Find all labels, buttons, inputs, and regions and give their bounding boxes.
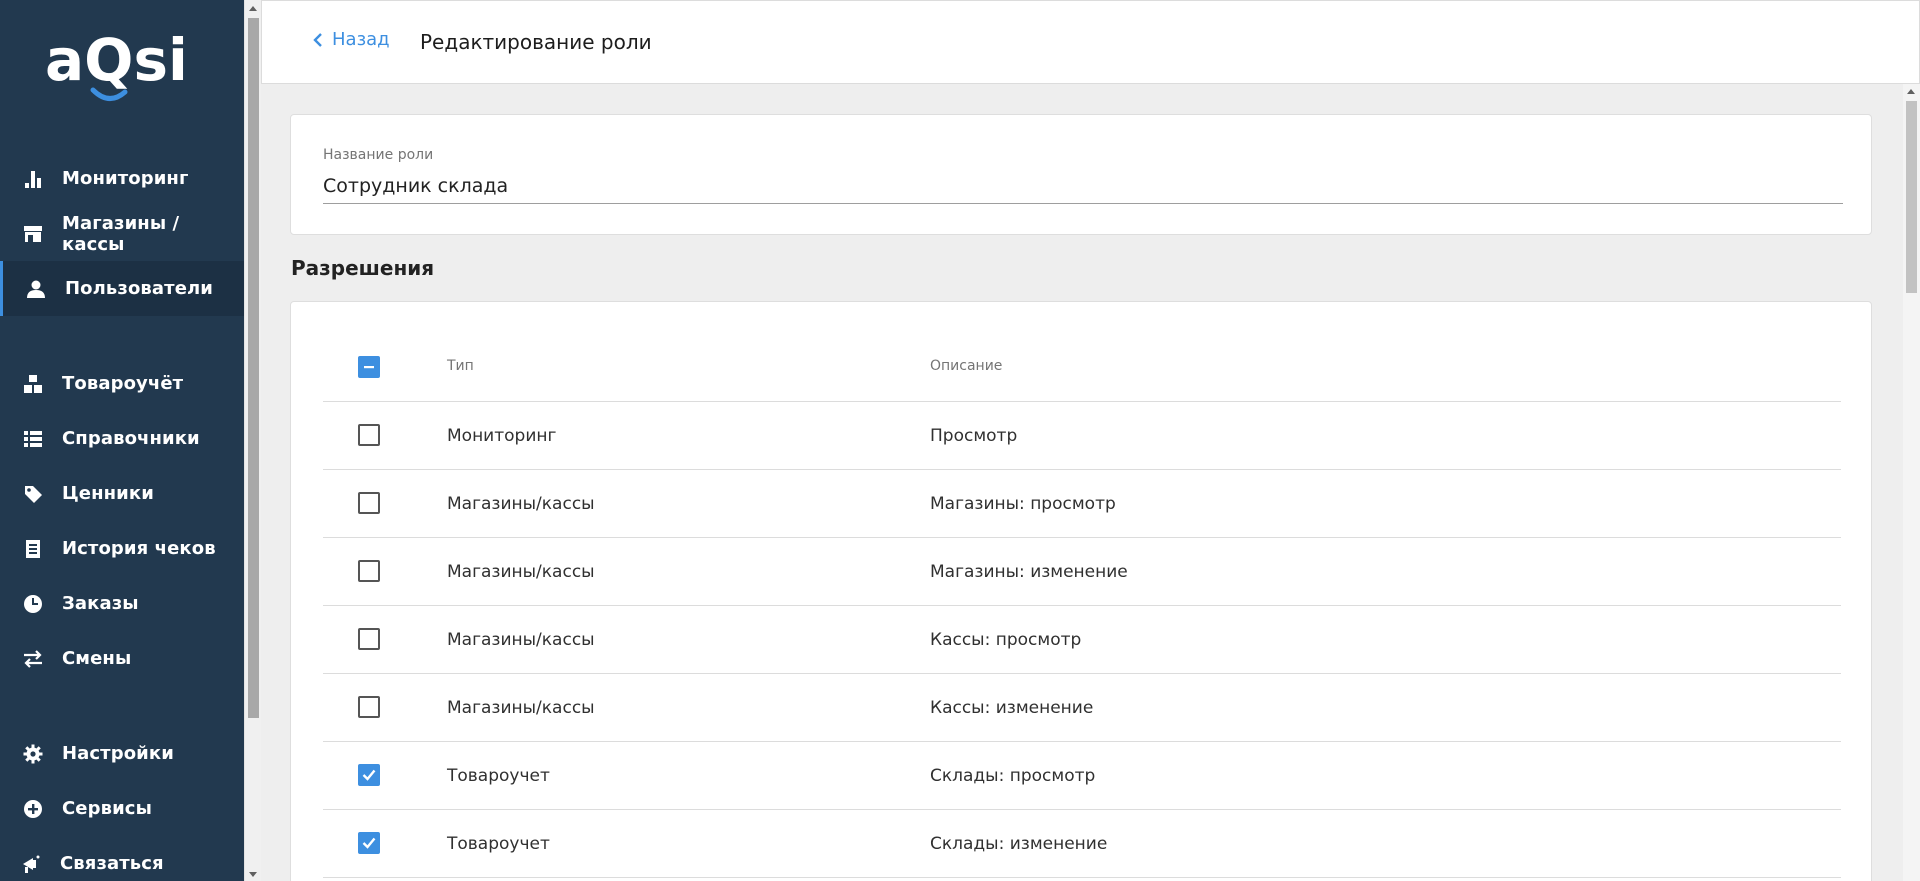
app-root: aQsi Мониторинг Магазины / кассы Пользов… bbox=[0, 0, 1920, 881]
role-name-input[interactable] bbox=[323, 170, 1843, 202]
gear-icon bbox=[22, 743, 44, 765]
cell-type: Товароучет bbox=[447, 834, 550, 854]
sidebar-item-label: Заказы bbox=[62, 593, 139, 614]
scroll-up-arrow-icon[interactable] bbox=[1907, 89, 1915, 94]
sidebar-item-receipts[interactable]: История чеков bbox=[0, 521, 244, 576]
permissions-table: Тип Описание Мониторинг Просмотр Магазин… bbox=[290, 301, 1872, 881]
sidebar-item-label: Сервисы bbox=[62, 798, 152, 819]
bar-chart-icon bbox=[22, 168, 44, 190]
sidebar-item-label: Магазины / кассы bbox=[62, 212, 180, 255]
sidebar-item-label: Связаться bbox=[60, 853, 164, 874]
cell-type: Магазины/кассы bbox=[447, 562, 595, 582]
column-header-type[interactable]: Тип bbox=[447, 358, 474, 374]
cell-description: Магазины: просмотр bbox=[930, 494, 1116, 514]
content-scrollbar[interactable] bbox=[1903, 84, 1920, 881]
svg-text:aQsi: aQsi bbox=[45, 26, 188, 94]
cell-description: Кассы: изменение bbox=[930, 698, 1094, 718]
table-row[interactable]: Магазины/кассы Кассы: просмотр bbox=[323, 606, 1841, 674]
table-row[interactable]: Магазины/кассы Кассы: изменение bbox=[323, 674, 1841, 742]
plus-circle-icon bbox=[22, 798, 44, 820]
chevron-left-icon bbox=[313, 32, 322, 47]
sidebar-scrollbar[interactable] bbox=[244, 0, 261, 881]
cell-description: Просмотр bbox=[930, 426, 1018, 446]
table-row[interactable]: Магазины/кассы Магазины: изменение bbox=[323, 538, 1841, 606]
table-row[interactable]: Товароучет Склады: изменение bbox=[323, 810, 1841, 878]
sidebar-item-label: Ценники bbox=[62, 483, 154, 504]
role-name-card: Название роли bbox=[290, 114, 1872, 235]
back-button[interactable]: Назад bbox=[312, 29, 390, 50]
cell-description: Склады: просмотр bbox=[930, 766, 1096, 786]
swap-icon bbox=[22, 648, 44, 670]
clock-icon bbox=[22, 593, 44, 615]
sidebar-item-inventory[interactable]: Товароучёт bbox=[0, 356, 244, 411]
select-all-checkbox[interactable] bbox=[358, 356, 380, 378]
row-checkbox[interactable] bbox=[358, 764, 380, 786]
row-checkbox[interactable] bbox=[358, 832, 380, 854]
row-checkbox[interactable] bbox=[358, 424, 380, 446]
page-title: Редактирование роли bbox=[420, 30, 652, 54]
sidebar-item-monitoring[interactable]: Мониторинг bbox=[0, 151, 244, 206]
aqsi-logo[interactable]: aQsi bbox=[45, 22, 205, 102]
checkmark-icon bbox=[362, 769, 376, 781]
tag-icon bbox=[22, 483, 44, 505]
sidebar-item-label: Справочники bbox=[62, 428, 200, 449]
cell-type: Магазины/кассы bbox=[447, 494, 595, 514]
sidebar-item-price-tags[interactable]: Ценники bbox=[0, 466, 244, 521]
indeterminate-icon bbox=[364, 366, 374, 369]
boxes-icon bbox=[22, 373, 44, 395]
cell-description: Кассы: просмотр bbox=[930, 630, 1082, 650]
sidebar-item-services[interactable]: Сервисы bbox=[0, 781, 244, 836]
cell-type: Магазины/кассы bbox=[447, 698, 595, 718]
role-name-label: Название роли bbox=[323, 147, 434, 163]
permissions-title: Разрешения bbox=[291, 256, 435, 280]
input-underline bbox=[323, 203, 1843, 204]
row-checkbox[interactable] bbox=[358, 628, 380, 650]
user-icon bbox=[25, 278, 47, 300]
back-button-label: Назад bbox=[332, 29, 390, 50]
cell-type: Товароучет bbox=[447, 766, 550, 786]
store-icon bbox=[22, 223, 44, 245]
scroll-up-arrow-icon[interactable] bbox=[249, 6, 257, 11]
table-row[interactable]: Магазины/кассы Магазины: просмотр bbox=[323, 470, 1841, 538]
sidebar-item-label: Настройки bbox=[62, 743, 174, 764]
sidebar-item-label: Мониторинг bbox=[62, 168, 189, 189]
list-icon bbox=[22, 428, 44, 450]
table-row[interactable]: Товароучет Склады: просмотр bbox=[323, 742, 1841, 810]
sidebar-item-users[interactable]: Пользователи bbox=[0, 261, 244, 316]
sidebar-item-shifts[interactable]: Смены bbox=[0, 631, 244, 686]
checkmark-icon bbox=[362, 837, 376, 849]
sidebar-item-settings[interactable]: Настройки bbox=[0, 726, 244, 781]
cell-type: Магазины/кассы bbox=[447, 630, 595, 650]
megaphone-icon bbox=[20, 853, 42, 875]
row-checkbox[interactable] bbox=[358, 492, 380, 514]
sidebar-item-label: Пользователи bbox=[65, 278, 213, 299]
cell-description: Магазины: изменение bbox=[930, 562, 1128, 582]
cell-description: Склады: изменение bbox=[930, 834, 1108, 854]
column-header-description[interactable]: Описание bbox=[930, 358, 1002, 374]
table-header: Тип Описание bbox=[323, 330, 1841, 402]
sidebar-item-directories[interactable]: Справочники bbox=[0, 411, 244, 466]
sidebar-item-stores[interactable]: Магазины / кассы bbox=[0, 206, 244, 261]
sidebar: aQsi Мониторинг Магазины / кассы Пользов… bbox=[0, 0, 244, 881]
table-row[interactable]: Мониторинг Просмотр bbox=[323, 402, 1841, 470]
receipt-icon bbox=[22, 538, 44, 560]
sidebar-item-label: Смены bbox=[62, 648, 132, 669]
page-header: Назад Редактирование роли bbox=[261, 0, 1920, 84]
sidebar-item-label: История чеков bbox=[62, 538, 216, 559]
sidebar-item-orders[interactable]: Заказы bbox=[0, 576, 244, 631]
scrollbar-thumb[interactable] bbox=[1906, 101, 1917, 293]
row-checkbox[interactable] bbox=[358, 696, 380, 718]
scrollbar-thumb[interactable] bbox=[248, 18, 259, 718]
sidebar-item-label: Товароучёт bbox=[62, 373, 184, 394]
sidebar-item-contact[interactable]: Связаться bbox=[0, 836, 244, 881]
row-checkbox[interactable] bbox=[358, 560, 380, 582]
cell-type: Мониторинг bbox=[447, 426, 557, 446]
scroll-down-arrow-icon[interactable] bbox=[249, 872, 257, 877]
